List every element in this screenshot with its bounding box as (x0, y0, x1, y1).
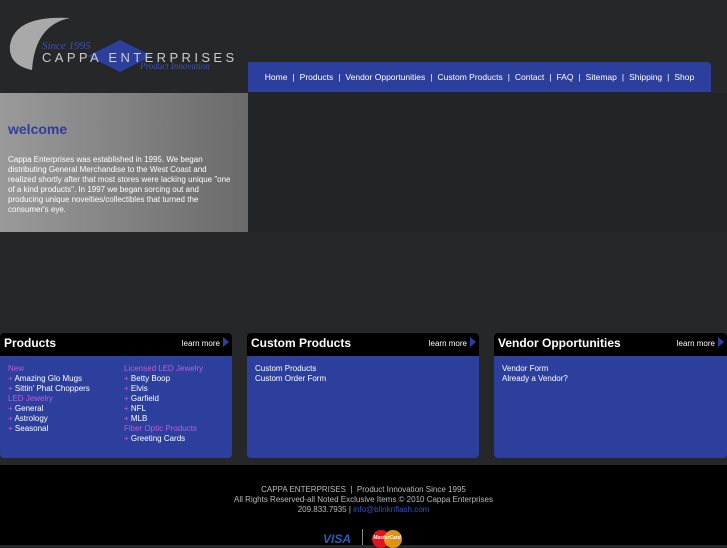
plus-icon: + (124, 404, 131, 413)
product-category[interactable]: New (8, 364, 90, 374)
arrow-right-icon[interactable] (718, 337, 724, 347)
nav-contact[interactable]: Contact (515, 72, 544, 82)
footer: CAPPA ENTERPRISES | Product Innovation S… (0, 465, 727, 548)
product-link[interactable]: + Elvis (124, 384, 203, 394)
welcome-text: Cappa Enterprises was established in 199… (8, 155, 231, 214)
plus-icon: + (8, 404, 15, 413)
footer-divider (362, 529, 363, 545)
product-link[interactable]: + MLB (124, 414, 203, 424)
custom-products-box: Custom Products learn more Custom Product… (247, 333, 479, 458)
product-link-label: Sittin' Phat Choppers (14, 384, 90, 393)
banner-area (248, 93, 727, 232)
custom-learn-more[interactable]: learn more (429, 339, 467, 348)
footer-line1: CAPPA ENTERPRISES | Product Innovation S… (261, 485, 466, 494)
nav-separator: | (549, 72, 552, 82)
logo-tagline: Product Innovation (140, 61, 210, 71)
product-link[interactable]: + NFL (124, 404, 203, 414)
plus-icon: + (8, 384, 15, 393)
product-link-label: Elvis (130, 384, 148, 393)
nav-separator: | (621, 72, 625, 82)
product-link[interactable]: + Sittin' Phat Choppers (8, 384, 90, 394)
product-link[interactable]: + Amazing Glo Mugs (8, 374, 90, 384)
product-category[interactable]: LED Jewelry (8, 394, 90, 404)
plus-icon: + (124, 414, 131, 423)
nav-sitemap[interactable]: Sitemap (586, 72, 617, 82)
custom-products-link[interactable]: Custom Products (255, 364, 326, 374)
product-link-label: General (14, 404, 44, 413)
plus-icon: + (124, 384, 131, 393)
vendor-learn-more[interactable]: learn more (677, 339, 715, 348)
plus-icon: + (8, 424, 15, 433)
nav-products[interactable]: Products (300, 72, 334, 82)
nav-separator: | (667, 72, 670, 82)
products-learn-more[interactable]: learn more (182, 339, 220, 348)
vendor-form-link[interactable]: Vendor Form (502, 364, 568, 374)
logo-graphic (9, 17, 152, 72)
nav-home[interactable]: Home (265, 72, 288, 82)
product-link[interactable]: + Greeting Cards (124, 434, 203, 444)
logo[interactable]: Since 1995 CAPPA ENTERPRISES Product Inn… (0, 0, 240, 90)
product-link-label: Amazing Glo Mugs (14, 374, 83, 383)
vendor-box: Vendor Opportunities learn more Vendor Fo… (494, 333, 727, 458)
product-link-label: Greeting Cards (130, 434, 186, 443)
welcome-title: welcome (8, 121, 68, 137)
plus-icon: + (124, 374, 131, 383)
nav-separator: | (292, 72, 295, 82)
welcome-panel: welcome Cappa Enterprises was establishe… (0, 93, 248, 232)
visa-logo: VISA (323, 532, 352, 546)
main-nav: Home | Products | Vendor Opportunities | Custo… (248, 62, 711, 92)
product-link-label: MLB (130, 414, 148, 423)
plus-icon: + (124, 434, 131, 443)
nav-separator: | (578, 72, 581, 82)
custom-title: Custom Products (251, 336, 352, 350)
product-link[interactable]: + General (8, 404, 90, 414)
product-link[interactable]: + Astrology (8, 414, 90, 424)
plus-icon: + (124, 394, 131, 403)
nav-custom-products[interactable]: Custom Products (438, 72, 503, 82)
arrow-right-icon[interactable] (223, 337, 229, 347)
nav-shop[interactable]: Shop (674, 72, 694, 82)
product-link-label: Seasonal (14, 424, 49, 433)
footer-email-link[interactable]: info@blinknflash.com (353, 505, 429, 514)
product-link-label: Betty Boop (130, 374, 171, 383)
vendor-title: Vendor Opportunities (498, 336, 621, 350)
nav-vendor-opportunities[interactable]: Vendor Opportunities (345, 72, 425, 82)
nav-faq[interactable]: FAQ (556, 72, 573, 82)
product-category[interactable]: Fiber Optic Products (124, 424, 203, 434)
product-link[interactable]: + Betty Boop (124, 374, 203, 384)
product-link-label: NFL (130, 404, 147, 413)
nav-separator: | (338, 72, 341, 82)
nav-shipping[interactable]: Shipping (629, 72, 662, 82)
product-link-label: Garfield (130, 394, 159, 403)
footer-line2: All Rights Reserved-all Noted Exclusive … (234, 495, 493, 504)
product-link[interactable]: + Seasonal (8, 424, 90, 434)
products-title: Products (4, 336, 57, 350)
mastercard-logo: MasterCard (372, 530, 402, 548)
nav-separator: | (430, 72, 433, 82)
arrow-right-icon[interactable] (470, 337, 476, 347)
products-box: Products learn more New + Amazing Glo Mugs… (0, 333, 232, 458)
product-link-label: Astrology (14, 414, 48, 423)
product-link[interactable]: + Garfield (124, 394, 203, 404)
nav-separator: | (507, 72, 510, 82)
footer-phone: 209.833.7935 (297, 505, 347, 514)
already-vendor-link[interactable]: Already a Vendor? (502, 374, 568, 384)
custom-order-form-link[interactable]: Custom Order Form (255, 374, 326, 384)
mastercard-text: MasterCard (373, 535, 401, 541)
product-category[interactable]: Licensed LED Jewelry (124, 364, 203, 374)
